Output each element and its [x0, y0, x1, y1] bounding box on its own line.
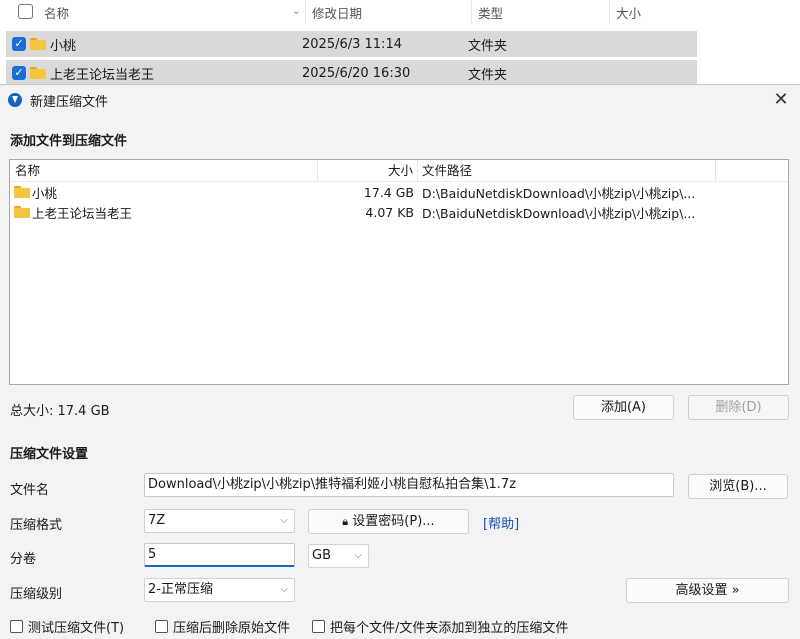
help-link[interactable]: [帮助] [483, 513, 519, 532]
volume-size-input[interactable]: 5 [144, 543, 295, 567]
dialog-titlebar: 新建压缩文件 ✕ [0, 85, 800, 115]
add-files-section-title: 添加文件到压缩文件 [10, 134, 128, 149]
explorer-row[interactable]: ✓ 小桃 2025/6/3 11:14 文件夹 [6, 31, 697, 57]
file-list[interactable]: 名称 大小 文件路径 小桃 17.4 GB D:\BaiduNetdiskDow… [9, 159, 789, 385]
folder-icon [30, 38, 46, 50]
close-icon: ✕ [773, 89, 789, 110]
delete-button[interactable]: 删除(D) [688, 395, 789, 420]
separate-archives-checkbox[interactable]: 把每个文件/文件夹添加到独立的压缩文件 [312, 617, 568, 636]
file-list-header: 名称 大小 文件路径 [10, 159, 788, 182]
explorer-column-header: 名称 ⌄ 修改日期 类型 大小 [0, 0, 700, 24]
volume-label: 分卷 [10, 552, 37, 567]
checkbox-box[interactable] [155, 620, 168, 633]
explorer-row[interactable]: ✓ 上老王论坛当老王 2025/6/20 16:30 文件夹 [6, 60, 697, 86]
close-button[interactable]: ✕ [770, 89, 792, 111]
column-header-size[interactable]: 大小 [610, 0, 700, 24]
chevron-down-icon: ⌵ [280, 584, 288, 595]
volume-unit-select[interactable]: GB ⌵ [308, 544, 369, 568]
filename-input[interactable]: Download\小桃zip\小桃zip\推特福利姬小桃自慰私拍合集\1.7z [144, 473, 674, 497]
sort-chevron-icon: ⌄ [291, 4, 301, 17]
format-label: 压缩格式 [10, 518, 63, 533]
test-archive-checkbox[interactable]: 测试压缩文件(T) [10, 617, 124, 636]
checkbox-box[interactable] [312, 620, 325, 633]
checkbox-box[interactable] [10, 620, 23, 633]
compression-level-label: 压缩级别 [10, 587, 63, 602]
format-select[interactable]: 7Z ⌵ [144, 509, 295, 533]
lock-icon: 🔒︎ [342, 515, 349, 528]
chevron-down-icon: ⌵ [354, 550, 362, 561]
column-header-name[interactable]: 名称 ⌄ [0, 0, 306, 24]
folder-icon [30, 67, 46, 79]
set-password-button[interactable]: 🔒︎ 设置密码(P)... [308, 509, 469, 534]
archive-settings-section-title: 压缩文件设置 [10, 447, 89, 462]
file-explorer-background: 名称 ⌄ 修改日期 类型 大小 ✓ 小桃 2025/6/3 11:14 文件夹 … [0, 0, 800, 88]
file-list-row[interactable]: 小桃 17.4 GB D:\BaiduNetdiskDownload\小桃zip… [10, 182, 788, 202]
column-header-type[interactable]: 类型 [472, 0, 610, 24]
chevron-down-icon: ⌵ [280, 515, 288, 526]
column-header-size[interactable]: 大小 [318, 159, 418, 182]
folder-icon [14, 206, 30, 218]
new-archive-dialog: 新建压缩文件 ✕ 添加文件到压缩文件 名称 大小 文件路径 小桃 17.4 GB… [0, 84, 800, 639]
total-size: 总大小: 17.4 GB [10, 404, 110, 419]
dialog-title: 新建压缩文件 [30, 94, 109, 110]
column-header-name[interactable]: 名称 [10, 159, 318, 182]
column-header-date[interactable]: 修改日期 [306, 0, 472, 24]
app-logo-icon [8, 93, 22, 107]
compression-level-select[interactable]: 2-正常压缩 ⌵ [144, 578, 295, 602]
delete-after-checkbox[interactable]: 压缩后删除原始文件 [155, 617, 290, 636]
folder-icon [14, 186, 30, 198]
row-checkbox-checked[interactable]: ✓ [12, 37, 26, 51]
filename-label: 文件名 [10, 483, 50, 498]
browse-button[interactable]: 浏览(B)... [688, 474, 788, 499]
advanced-settings-button[interactable]: 高级设置 » [626, 578, 789, 603]
add-button[interactable]: 添加(A) [573, 395, 674, 420]
file-list-row[interactable]: 上老王论坛当老王 4.07 KB D:\BaiduNetdiskDownload… [10, 202, 788, 222]
column-header-path[interactable]: 文件路径 [418, 159, 716, 182]
row-checkbox-checked[interactable]: ✓ [12, 66, 26, 80]
